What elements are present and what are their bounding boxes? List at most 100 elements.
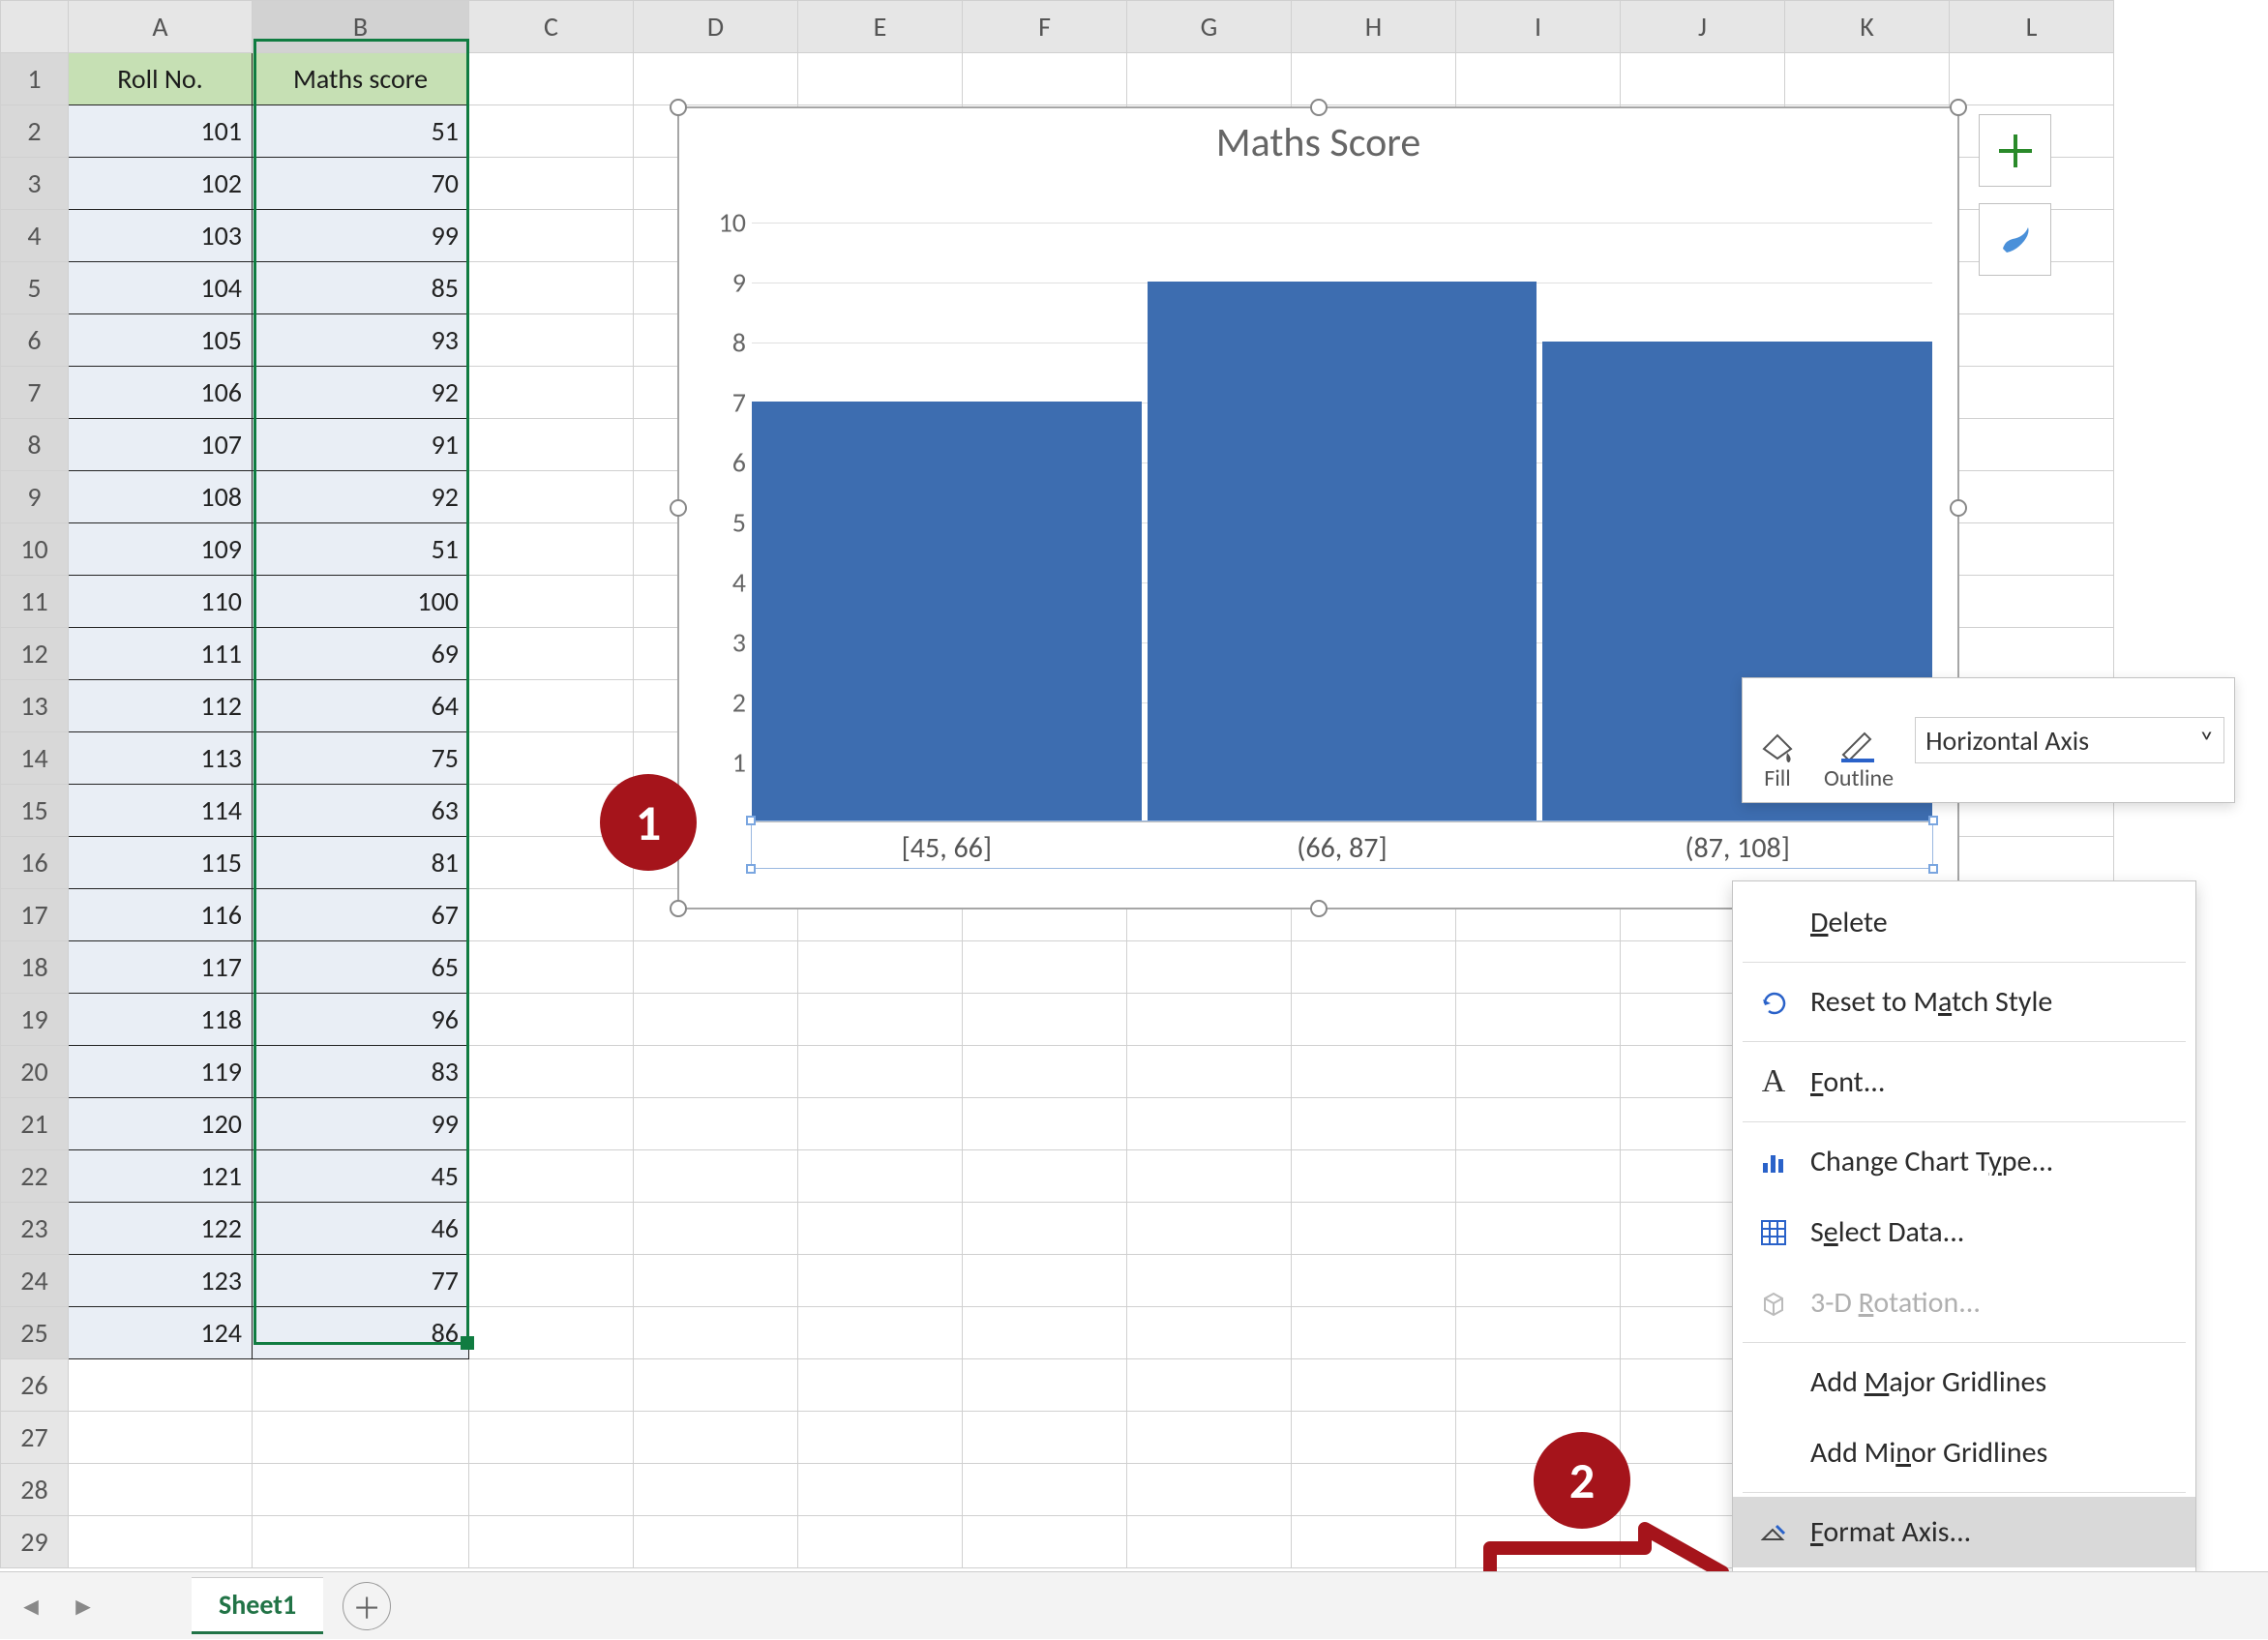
cell-H29[interactable] xyxy=(1292,1516,1456,1568)
column-header-J[interactable]: J xyxy=(1621,1,1785,53)
cell-E29[interactable] xyxy=(798,1516,963,1568)
x-tick[interactable]: (66, 87] xyxy=(1297,830,1387,866)
cell-C29[interactable] xyxy=(469,1516,634,1568)
cell-C23[interactable] xyxy=(469,1203,634,1255)
cell-F25[interactable] xyxy=(963,1307,1127,1359)
menu-font[interactable]: A Font... xyxy=(1733,1046,2195,1118)
column-header-C[interactable]: C xyxy=(469,1,634,53)
cell-G22[interactable] xyxy=(1127,1150,1292,1203)
cell-I25[interactable] xyxy=(1456,1307,1621,1359)
cell-B18[interactable]: 65 xyxy=(253,941,469,994)
cell-E21[interactable] xyxy=(798,1098,963,1150)
cell-E22[interactable] xyxy=(798,1150,963,1203)
cell-C12[interactable] xyxy=(469,628,634,680)
cell-C8[interactable] xyxy=(469,419,634,471)
cell-B2[interactable]: 51 xyxy=(253,105,469,158)
cell-G1[interactable] xyxy=(1127,53,1292,105)
cell-E25[interactable] xyxy=(798,1307,963,1359)
cell-C20[interactable] xyxy=(469,1046,634,1098)
cell-I20[interactable] xyxy=(1456,1046,1621,1098)
resize-handle[interactable] xyxy=(670,900,687,917)
cell-A25[interactable]: 124 xyxy=(69,1307,253,1359)
cell-D23[interactable] xyxy=(634,1203,798,1255)
menu-add-major-gridlines[interactable]: Add Major Gridlines xyxy=(1733,1347,2195,1417)
cell-A29[interactable] xyxy=(69,1516,253,1568)
cell-B8[interactable]: 91 xyxy=(253,419,469,471)
resize-handle[interactable] xyxy=(670,99,687,116)
cell-B7[interactable]: 92 xyxy=(253,367,469,419)
cell-B20[interactable]: 83 xyxy=(253,1046,469,1098)
cell-I24[interactable] xyxy=(1456,1255,1621,1307)
cell-B4[interactable]: 99 xyxy=(253,210,469,262)
cell-I18[interactable] xyxy=(1456,941,1621,994)
cell-A15[interactable]: 114 xyxy=(69,785,253,837)
cell-A5[interactable]: 104 xyxy=(69,262,253,314)
cell-G21[interactable] xyxy=(1127,1098,1292,1150)
cell-C17[interactable] xyxy=(469,889,634,941)
resize-handle[interactable] xyxy=(670,499,687,517)
cell-B15[interactable]: 63 xyxy=(253,785,469,837)
cell-A14[interactable]: 113 xyxy=(69,732,253,785)
cell-C14[interactable] xyxy=(469,732,634,785)
menu-format-axis[interactable]: Format Axis... xyxy=(1733,1497,2195,1567)
cell-C4[interactable] xyxy=(469,210,634,262)
cell-C2[interactable] xyxy=(469,105,634,158)
cell-L7[interactable] xyxy=(1950,367,2114,419)
cell-A22[interactable]: 121 xyxy=(69,1150,253,1203)
cell-A24[interactable]: 123 xyxy=(69,1255,253,1307)
cell-A6[interactable]: 105 xyxy=(69,314,253,367)
row-header-26[interactable]: 26 xyxy=(1,1359,69,1412)
cell-B6[interactable]: 93 xyxy=(253,314,469,367)
cell-C19[interactable] xyxy=(469,994,634,1046)
cell-B29[interactable] xyxy=(253,1516,469,1568)
histogram-bar[interactable] xyxy=(752,402,1142,821)
cell-B10[interactable]: 51 xyxy=(253,523,469,576)
cell-E1[interactable] xyxy=(798,53,963,105)
cell-A3[interactable]: 102 xyxy=(69,158,253,210)
cell-B28[interactable] xyxy=(253,1464,469,1516)
cell-C5[interactable] xyxy=(469,262,634,314)
row-header-16[interactable]: 16 xyxy=(1,837,69,889)
cell-A9[interactable]: 108 xyxy=(69,471,253,523)
chart-title[interactable]: Maths Score xyxy=(679,108,1957,173)
add-sheet-button[interactable]: ＋ xyxy=(343,1582,391,1630)
cell-C11[interactable] xyxy=(469,576,634,628)
cell-H26[interactable] xyxy=(1292,1359,1456,1412)
cell-G28[interactable] xyxy=(1127,1464,1292,1516)
cell-D18[interactable] xyxy=(634,941,798,994)
cell-B22[interactable]: 45 xyxy=(253,1150,469,1203)
cell-L1[interactable] xyxy=(1950,53,2114,105)
cell-I21[interactable] xyxy=(1456,1098,1621,1150)
cell-E20[interactable] xyxy=(798,1046,963,1098)
row-header-7[interactable]: 7 xyxy=(1,367,69,419)
row-header-10[interactable]: 10 xyxy=(1,523,69,576)
cell-E18[interactable] xyxy=(798,941,963,994)
cell-D22[interactable] xyxy=(634,1150,798,1203)
column-header-L[interactable]: L xyxy=(1950,1,2114,53)
cell-A27[interactable] xyxy=(69,1412,253,1464)
cell-B11[interactable]: 100 xyxy=(253,576,469,628)
cell-H18[interactable] xyxy=(1292,941,1456,994)
resize-handle[interactable] xyxy=(1310,900,1328,917)
column-header-F[interactable]: F xyxy=(963,1,1127,53)
cell-C25[interactable] xyxy=(469,1307,634,1359)
cell-A2[interactable]: 101 xyxy=(69,105,253,158)
cell-C21[interactable] xyxy=(469,1098,634,1150)
cell-D20[interactable] xyxy=(634,1046,798,1098)
cell-G23[interactable] xyxy=(1127,1203,1292,1255)
row-header-18[interactable]: 18 xyxy=(1,941,69,994)
cell-G26[interactable] xyxy=(1127,1359,1292,1412)
cell-F19[interactable] xyxy=(963,994,1127,1046)
cell-G20[interactable] xyxy=(1127,1046,1292,1098)
cell-A26[interactable] xyxy=(69,1359,253,1412)
column-header-B[interactable]: B xyxy=(253,1,469,53)
cell-B27[interactable] xyxy=(253,1412,469,1464)
row-header-28[interactable]: 28 xyxy=(1,1464,69,1516)
cell-L6[interactable] xyxy=(1950,314,2114,367)
cell-A17[interactable]: 116 xyxy=(69,889,253,941)
cell-H23[interactable] xyxy=(1292,1203,1456,1255)
row-header-2[interactable]: 2 xyxy=(1,105,69,158)
cell-C6[interactable] xyxy=(469,314,634,367)
cell-B3[interactable]: 70 xyxy=(253,158,469,210)
cell-C28[interactable] xyxy=(469,1464,634,1516)
